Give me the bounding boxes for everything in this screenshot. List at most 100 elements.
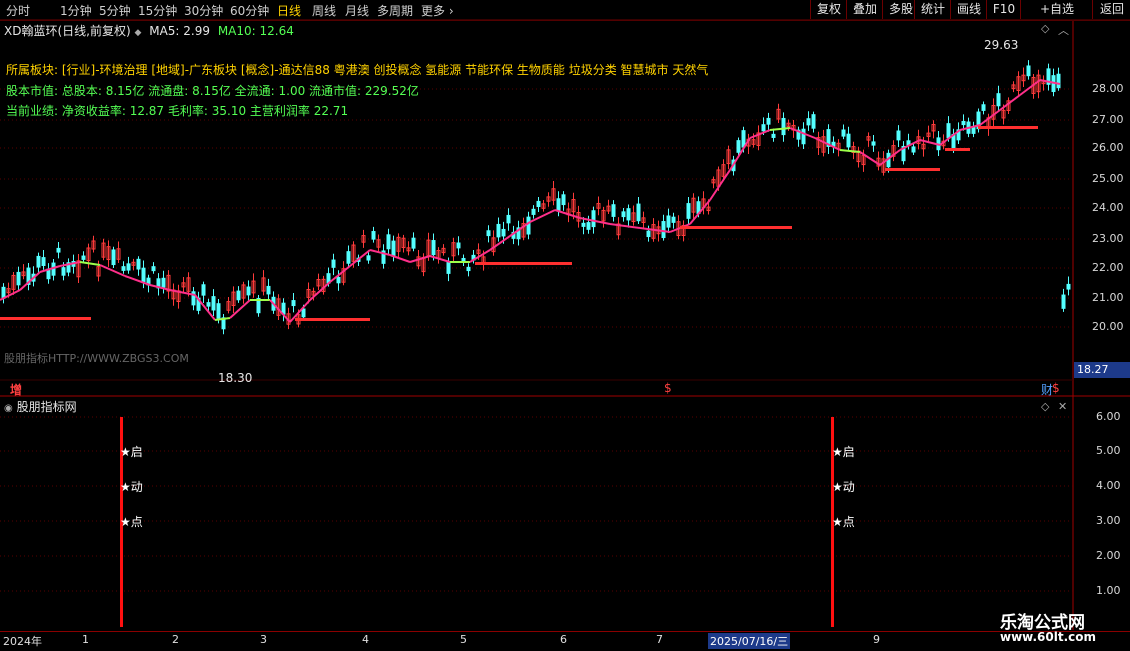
date-label: 1 [82, 633, 89, 646]
candle-body [666, 215, 671, 228]
candle-body [981, 104, 986, 111]
trend-segment [99, 264, 126, 277]
diamond-icon[interactable]: ◇ [1041, 22, 1049, 35]
candle-body [466, 266, 471, 272]
candle-body [771, 133, 776, 138]
count-underline [680, 226, 792, 229]
candle-body [346, 251, 351, 264]
price-tick-label: 20.00 [1092, 320, 1124, 333]
candle-body [1056, 73, 1061, 89]
performance-info: 当前业绩: 净资收益率: 12.87 毛利率: 35.10 主营利润率 22.7… [6, 104, 349, 118]
dollar-marker-2[interactable]: $ [1052, 381, 1060, 395]
date-label: 3 [260, 633, 267, 646]
candle-body [41, 257, 46, 266]
price-tick-label: 21.00 [1092, 291, 1124, 304]
count-underline [945, 148, 970, 151]
candle-body [161, 277, 166, 288]
chart-watermark: 股朋指标HTTP://WWW.ZBGS3.COM [4, 352, 189, 365]
candle-body [236, 290, 241, 301]
candle-body [301, 308, 306, 318]
indicator-tick-label: 2.00 [1096, 549, 1121, 562]
candle-body [121, 266, 126, 271]
candle-body [386, 234, 391, 250]
candle-body [646, 230, 651, 238]
date-label: 2 [172, 633, 179, 646]
candle-body [1026, 65, 1031, 77]
candle-body [946, 123, 951, 139]
cursor-date-label: 2025/07/16/三 [708, 633, 791, 649]
candle-body [671, 216, 676, 223]
date-label: 7 [656, 633, 663, 646]
candle-body [961, 120, 966, 126]
collapse-icon[interactable]: ◆ [134, 28, 141, 38]
candle-body [291, 300, 296, 307]
candle-body [496, 223, 501, 238]
candle-body [61, 267, 66, 276]
count-underline [475, 262, 572, 265]
indicator-grid [0, 416, 1073, 592]
price-tick-label: 25.00 [1092, 172, 1124, 185]
candle-body [501, 228, 506, 237]
candle-body [446, 261, 451, 274]
price-tick-label: 28.00 [1092, 82, 1124, 95]
chevron-up-icon[interactable]: ︿ [1058, 22, 1069, 38]
indicator-tick-label: 6.00 [1096, 410, 1121, 423]
count-underline [885, 168, 940, 171]
ma5-label: MA5: 2.99 [149, 24, 210, 38]
candle-body [206, 302, 211, 307]
candle-body [996, 93, 1001, 107]
indicator-tick-label: 4.00 [1096, 479, 1121, 492]
indicator-tick-label: 5.00 [1096, 444, 1121, 457]
candle-body [1061, 294, 1066, 309]
candle-body [591, 210, 596, 228]
candle-body [211, 296, 216, 311]
candle-body [391, 240, 396, 257]
diamond-icon-2[interactable]: ◇ [1041, 400, 1049, 413]
candle-body [766, 117, 771, 125]
candle-body [56, 247, 61, 253]
trend-segment [79, 261, 101, 266]
candle-body [506, 214, 511, 224]
signal-label: ★启 [120, 445, 143, 459]
current-price-tag: 18.27 [1074, 362, 1130, 378]
candle-body [536, 200, 541, 208]
candle-body [456, 242, 461, 249]
candle-body [526, 216, 531, 235]
price-tick-label: 26.00 [1092, 141, 1124, 154]
candle-body [581, 222, 586, 227]
candle-body [371, 231, 376, 240]
candle-body [736, 140, 741, 153]
candle-body [871, 141, 876, 146]
indicator-tick-label: 1.00 [1096, 584, 1121, 597]
dollar-marker[interactable]: $ [664, 381, 672, 395]
zeng-marker[interactable]: 增 [10, 381, 22, 398]
stock-name: XD翰蓝环(日线,前复权) [4, 24, 131, 38]
candle-body [761, 124, 766, 132]
candle-body [336, 276, 341, 284]
candle-body [151, 266, 156, 272]
close-icon[interactable]: ✕ [1058, 400, 1067, 413]
price-tick-label: 24.00 [1092, 201, 1124, 214]
low-price-label: 18.30 [218, 371, 253, 385]
candle-body [811, 114, 816, 129]
site-watermark-url: www.60lt.com [1000, 630, 1097, 644]
signal-label: ★启 [832, 445, 855, 459]
ma10-label: MA10: 12.64 [217, 24, 294, 38]
candle-body [621, 211, 626, 218]
candle-body [806, 118, 811, 126]
candle-body [636, 203, 641, 222]
candle-body [611, 204, 616, 217]
trend-segment [839, 149, 861, 153]
date-axis: 2024年 1 2 3 4 5 6 7 2025/07/16/三 9 [0, 631, 1130, 651]
candle-body [586, 222, 591, 230]
candle-body [911, 146, 916, 153]
count-underline [0, 317, 91, 320]
price-tick-label: 23.00 [1092, 232, 1124, 245]
candle-body [141, 267, 146, 283]
price-tick-label: 27.00 [1092, 113, 1124, 126]
date-label: 2024年 [3, 635, 42, 648]
trend-segment [369, 249, 391, 256]
candle-body [431, 240, 436, 256]
collapse-circle-icon[interactable]: ◉ [4, 403, 13, 414]
signal-bars [120, 417, 834, 627]
